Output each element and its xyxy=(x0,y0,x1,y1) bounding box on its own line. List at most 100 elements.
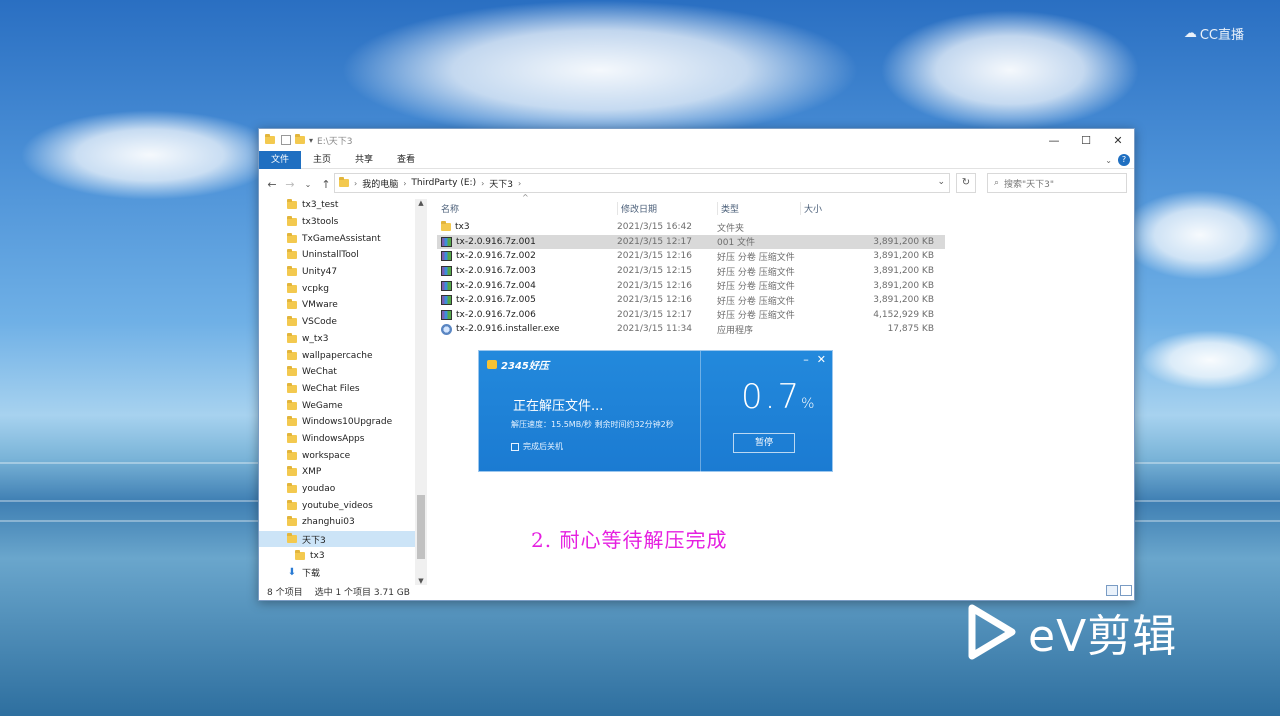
file-size: 17,875 KB xyxy=(887,324,934,335)
nav-item[interactable]: TxGameAssistant xyxy=(259,230,427,247)
haozip-logo-icon xyxy=(487,360,497,369)
nav-item-label: 下载 xyxy=(302,568,321,579)
nav-item[interactable]: WindowsApps xyxy=(259,431,427,448)
chevron-down-icon[interactable]: ▾ xyxy=(309,136,313,145)
ev-watermark-text: eV剪辑 xyxy=(1028,611,1178,662)
breadcrumb-drive[interactable]: ThirdParty (E:) xyxy=(411,178,476,188)
nav-item-label: youdao xyxy=(302,484,336,495)
nav-item-label: Unity47 xyxy=(302,267,338,278)
new-folder-icon[interactable] xyxy=(295,134,305,144)
nav-item[interactable]: zhanghui03 xyxy=(259,514,427,531)
file-row[interactable]: tx-2.0.916.7z.005 2021/3/15 12:16 好压 分卷 … xyxy=(437,293,945,308)
search-icon: ⌕ xyxy=(994,178,1000,188)
minimize-button[interactable]: — xyxy=(1038,129,1070,151)
nav-item[interactable]: WeChat Files xyxy=(259,381,427,398)
percent-value: 0.7 xyxy=(741,377,802,417)
nav-item-selected[interactable]: 天下3 xyxy=(259,530,427,548)
window-title: E:\天下3 xyxy=(317,136,353,147)
nav-item[interactable]: WeGame xyxy=(259,397,427,414)
cc-watermark: ☁ CC直播 xyxy=(1184,24,1244,43)
tab-view[interactable]: 查看 xyxy=(385,151,427,169)
scroll-up-icon[interactable]: ▲ xyxy=(415,199,427,207)
file-type: 好压 分卷 压缩文件 xyxy=(717,252,795,263)
nav-item[interactable]: w_tx3 xyxy=(259,331,427,348)
file-row[interactable]: tx-2.0.916.7z.006 2021/3/15 12:17 好压 分卷 … xyxy=(437,308,945,323)
pause-button[interactable]: 暂停 xyxy=(733,433,795,453)
file-name: tx3 xyxy=(455,222,470,233)
scrollbar-thumb[interactable] xyxy=(417,495,425,559)
address-bar[interactable]: › 我的电脑 › ThirdParty (E:) › 天下3 › ⌄ xyxy=(334,173,950,193)
up-arrow-icon[interactable]: ↑ xyxy=(319,178,333,191)
maximize-button[interactable]: ☐ xyxy=(1070,129,1102,151)
refresh-button[interactable]: ↻ xyxy=(956,173,976,193)
chevron-right-icon[interactable]: › xyxy=(518,179,521,188)
file-size: 3,891,200 KB xyxy=(873,251,934,262)
nav-item[interactable]: vcpkg xyxy=(259,280,427,297)
file-date: 2021/3/15 12:17 xyxy=(617,236,692,247)
search-input[interactable]: ⌕ 搜索"天下3" xyxy=(987,173,1127,193)
tab-home[interactable]: 主页 xyxy=(301,151,343,169)
file-row[interactable]: tx-2.0.916.7z.003 2021/3/15 12:15 好压 分卷 … xyxy=(437,264,945,279)
close-icon[interactable]: ✕ xyxy=(817,353,826,366)
nav-item[interactable]: tx3_test xyxy=(259,197,427,214)
nav-item[interactable]: VMware xyxy=(259,297,427,314)
nav-item[interactable]: youtube_videos xyxy=(259,497,427,514)
search-placeholder: 搜索"天下3" xyxy=(1004,179,1055,190)
checkbox-icon[interactable] xyxy=(511,442,519,451)
file-date: 2021/3/15 12:15 xyxy=(617,266,692,277)
folder-icon xyxy=(287,483,297,494)
file-row[interactable]: tx-2.0.916.7z.002 2021/3/15 12:16 好压 分卷 … xyxy=(437,249,945,264)
tab-share[interactable]: 共享 xyxy=(343,151,385,169)
nav-item-label: w_tx3 xyxy=(302,333,329,344)
folder-icon xyxy=(287,399,297,410)
nav-item[interactable]: VSCode xyxy=(259,314,427,331)
column-size-header[interactable]: 大小 xyxy=(800,201,938,215)
nav-item[interactable]: tx3tools xyxy=(259,214,427,231)
folder-icon xyxy=(287,382,297,393)
file-size: 3,891,200 KB xyxy=(873,280,934,291)
back-arrow-icon[interactable]: ← xyxy=(265,178,279,191)
file-type: 001 文件 xyxy=(717,238,756,249)
address-dropdown-icon[interactable]: ⌄ xyxy=(937,177,945,187)
column-type-header[interactable]: 类型 xyxy=(717,201,800,215)
file-type: 好压 分卷 压缩文件 xyxy=(717,296,795,307)
folder-icon xyxy=(265,134,275,144)
nav-item-label: workspace xyxy=(302,450,351,461)
close-button[interactable]: ✕ xyxy=(1102,129,1134,151)
column-name-header[interactable]: 名称 xyxy=(437,202,617,215)
expand-ribbon-icon[interactable]: ⌄ xyxy=(1105,156,1112,165)
recent-chevron-icon[interactable]: ⌄ xyxy=(301,180,315,189)
minimize-icon[interactable]: – xyxy=(803,353,809,366)
tab-file[interactable]: 文件 xyxy=(259,150,302,169)
nav-scrollbar[interactable]: ▲ ▼ xyxy=(415,199,427,585)
nav-item[interactable]: tx3 xyxy=(259,547,427,564)
nav-item[interactable]: Unity47 xyxy=(259,264,427,281)
help-icon[interactable]: ? xyxy=(1118,154,1130,166)
nav-item[interactable]: WeChat xyxy=(259,364,427,381)
column-date-header[interactable]: 修改日期 xyxy=(617,201,717,215)
chevron-right-icon[interactable]: › xyxy=(481,179,484,188)
nav-item[interactable]: workspace xyxy=(259,447,427,464)
file-row[interactable]: tx-2.0.916.7z.004 2021/3/15 12:16 好压 分卷 … xyxy=(437,278,945,293)
details-view-icon[interactable] xyxy=(1106,585,1118,596)
shutdown-checkbox[interactable]: 完成后关机 xyxy=(511,441,563,452)
nav-item[interactable]: UninstallTool xyxy=(259,247,427,264)
file-row[interactable]: tx-2.0.916.installer.exe 2021/3/15 11:34… xyxy=(437,322,945,337)
file-row-selected[interactable]: tx-2.0.916.7z.001 2021/3/15 12:17 001 文件… xyxy=(437,234,945,250)
file-row[interactable]: tx3 2021/3/15 16:42 文件夹 xyxy=(437,220,945,235)
folder-icon xyxy=(295,549,305,560)
nav-item[interactable]: Windows10Upgrade xyxy=(259,414,427,431)
file-type: 好压 分卷 压缩文件 xyxy=(717,311,795,322)
nav-item-downloads[interactable]: ⬇ 下载 xyxy=(259,564,427,581)
archive-icon xyxy=(441,280,452,291)
nav-item[interactable]: wallpapercache xyxy=(259,347,427,364)
breadcrumb-my-computer[interactable]: 我的电脑 xyxy=(362,177,398,190)
nav-item-label: youtube_videos xyxy=(302,500,373,511)
chevron-right-icon[interactable]: › xyxy=(403,179,406,188)
large-icons-view-icon[interactable] xyxy=(1120,585,1132,596)
nav-item[interactable]: XMP xyxy=(259,464,427,481)
forward-arrow-icon[interactable]: → xyxy=(283,178,297,191)
nav-item[interactable]: youdao xyxy=(259,481,427,498)
properties-icon[interactable] xyxy=(281,135,291,145)
breadcrumb-folder[interactable]: 天下3 xyxy=(489,177,513,190)
